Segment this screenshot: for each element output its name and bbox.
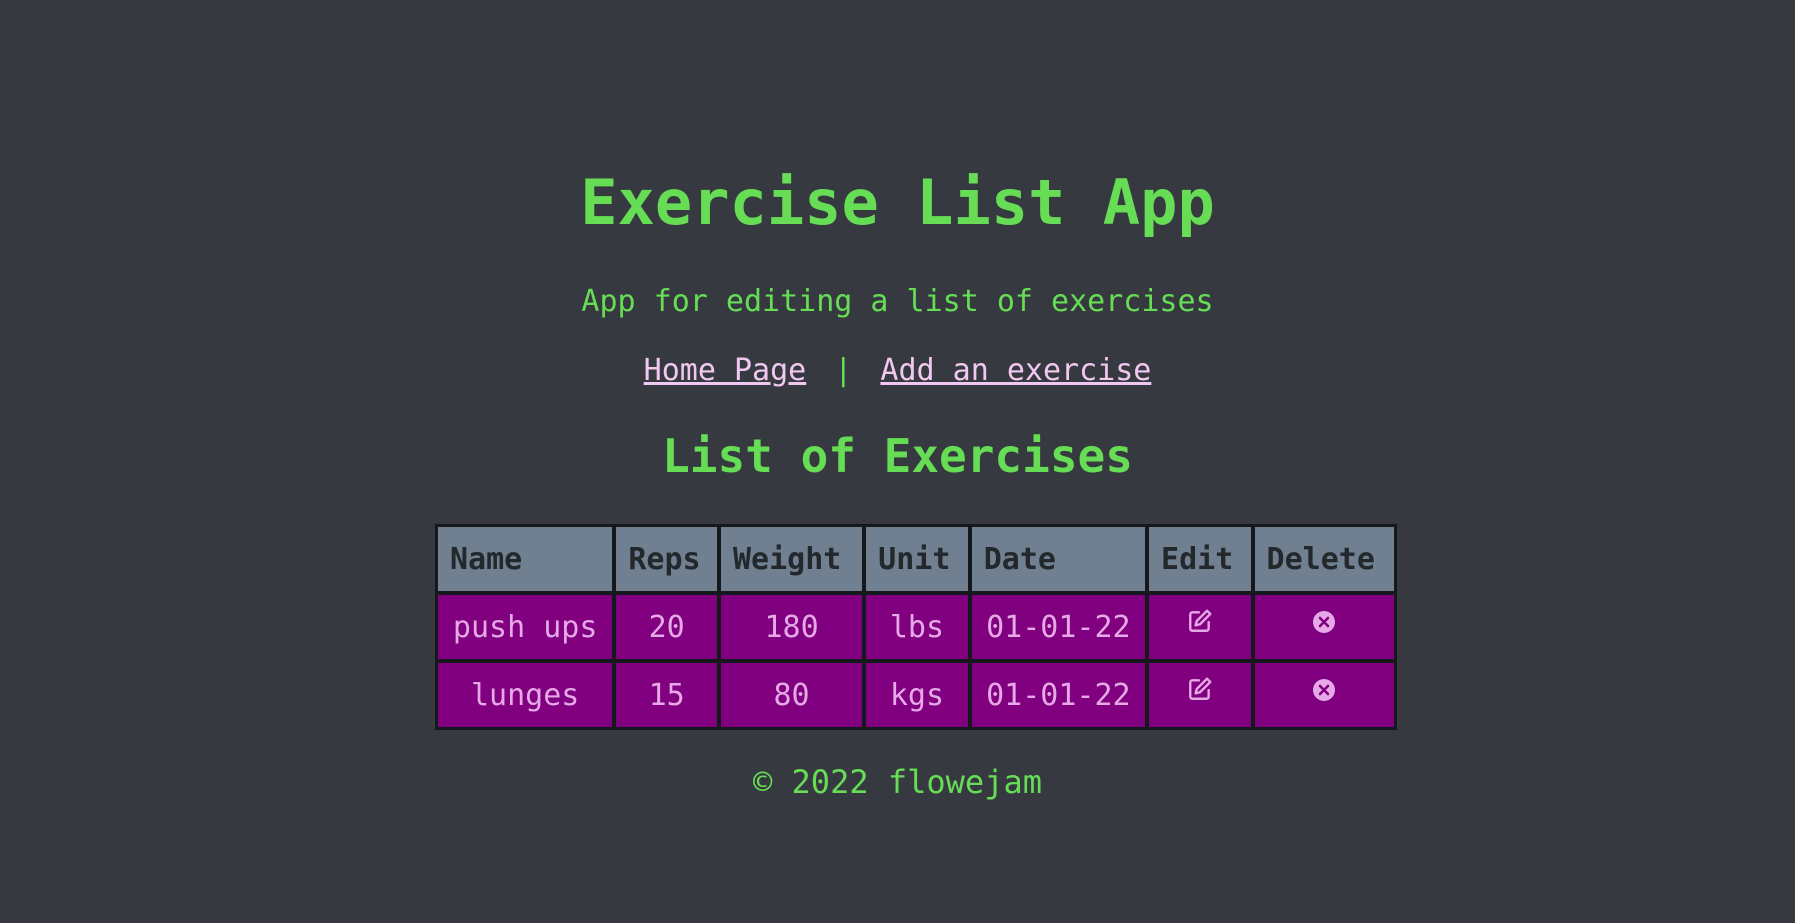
table-row: lunges 15 80 kgs 01-01-22 (437, 662, 1395, 728)
cell-reps: 20 (615, 594, 718, 660)
cell-date: 01-01-22 (970, 594, 1147, 660)
column-header-unit: Unit (865, 526, 969, 592)
main-nav: Home Page | Add an exercise (0, 351, 1795, 391)
column-header-delete: Delete (1253, 526, 1395, 592)
home-page-link[interactable]: Home Page (644, 353, 807, 388)
column-header-reps: Reps (615, 526, 718, 592)
cell-unit: lbs (865, 594, 969, 660)
cell-weight: 80 (719, 662, 864, 728)
column-header-date: Date (970, 526, 1147, 592)
add-exercise-link[interactable]: Add an exercise (880, 353, 1151, 388)
edit-icon[interactable] (1187, 607, 1213, 642)
cell-date: 01-01-22 (970, 662, 1147, 728)
cell-delete (1253, 662, 1395, 728)
cell-name: lunges (437, 662, 614, 728)
exercise-table: Name Reps Weight Unit Date Edit Delete p… (435, 524, 1397, 730)
cell-reps: 15 (615, 662, 718, 728)
delete-circle-icon[interactable] (1312, 607, 1336, 642)
cell-unit: kgs (865, 662, 969, 728)
edit-icon[interactable] (1187, 675, 1213, 710)
page: Exercise List App App for editing a list… (0, 0, 1795, 923)
column-header-name: Name (437, 526, 614, 592)
footer-copyright: © 2022 flowejam (753, 763, 1042, 801)
delete-circle-icon[interactable] (1312, 675, 1336, 710)
app-title: Exercise List App (580, 166, 1215, 239)
cell-name: push ups (437, 594, 614, 660)
cell-weight: 180 (719, 594, 864, 660)
column-header-weight: Weight (719, 526, 864, 592)
nav-separator: | (834, 353, 853, 388)
column-header-edit: Edit (1148, 526, 1252, 592)
cell-edit (1148, 594, 1252, 660)
table-row: push ups 20 180 lbs 01-01-22 (437, 594, 1395, 660)
cell-edit (1148, 662, 1252, 728)
list-heading: List of Exercises (662, 429, 1133, 483)
cell-delete (1253, 594, 1395, 660)
app-subtitle: App for editing a list of exercises (581, 284, 1214, 319)
table-header-row: Name Reps Weight Unit Date Edit Delete (437, 526, 1395, 592)
